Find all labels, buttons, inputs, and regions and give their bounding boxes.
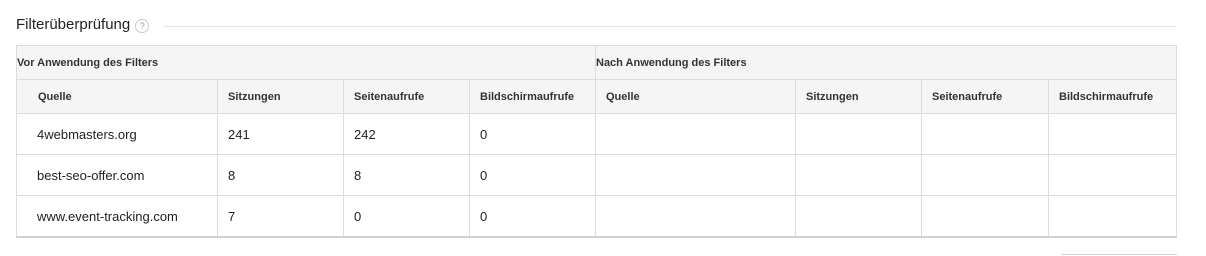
section-header: Filterüberprüfung ? [16,14,1176,34]
cell-screenviews-after [1048,113,1177,155]
cell-pageviews: 0 [343,195,470,238]
cell-pageviews-after [921,195,1049,238]
group-header-before: Vor Anwendung des Filters [16,45,596,80]
cell-source: best-seo-offer.com [16,154,218,196]
column-header-screenviews-after: Bildschirmaufrufe [1048,79,1177,114]
cell-source: 4webmasters.org [16,113,218,155]
cell-pageviews: 242 [343,113,470,155]
column-header-pageviews-after: Seitenaufrufe [921,79,1049,114]
table-row: www.event-tracking.com 7 0 0 [16,195,1177,238]
cell-sessions: 241 [217,113,344,155]
group-header-row: Vor Anwendung des Filters Nach Anwendung… [16,45,1177,80]
cell-source-after [595,154,796,196]
column-header-sessions-before: Sitzungen [217,79,344,114]
title-divider [163,25,1176,27]
column-header-sessions-after: Sitzungen [795,79,922,114]
cell-screenviews: 0 [469,154,596,196]
table-row: best-seo-offer.com 8 8 0 [16,154,1177,196]
cropped-control-edge [1061,254,1177,255]
cell-source: www.event-tracking.com [16,195,218,238]
column-header-source-before: Quelle [16,79,218,114]
cell-source-after [595,113,796,155]
column-header-screenviews-before: Bildschirmaufrufe [469,79,596,114]
cell-sessions-after [795,154,922,196]
filter-comparison-table: Vor Anwendung des Filters Nach Anwendung… [16,45,1177,238]
group-header-after: Nach Anwendung des Filters [595,45,1177,80]
cell-sessions: 7 [217,195,344,238]
cell-screenviews-after [1048,195,1177,238]
column-header-row: Quelle Sitzungen Seitenaufrufe Bildschir… [16,79,1177,114]
cell-screenviews-after [1048,154,1177,196]
table-row: 4webmasters.org 241 242 0 [16,113,1177,155]
cell-source-after [595,195,796,238]
cell-sessions: 8 [217,154,344,196]
help-icon[interactable]: ? [135,18,150,33]
cell-pageviews-after [921,154,1049,196]
cell-pageviews: 8 [343,154,470,196]
cell-sessions-after [795,113,922,155]
cell-screenviews: 0 [469,113,596,155]
column-header-source-after: Quelle [595,79,796,114]
cell-screenviews: 0 [469,195,596,238]
column-header-pageviews-before: Seitenaufrufe [343,79,470,114]
cell-sessions-after [795,195,922,238]
cell-pageviews-after [921,113,1049,155]
section-title: Filterüberprüfung [16,15,131,33]
